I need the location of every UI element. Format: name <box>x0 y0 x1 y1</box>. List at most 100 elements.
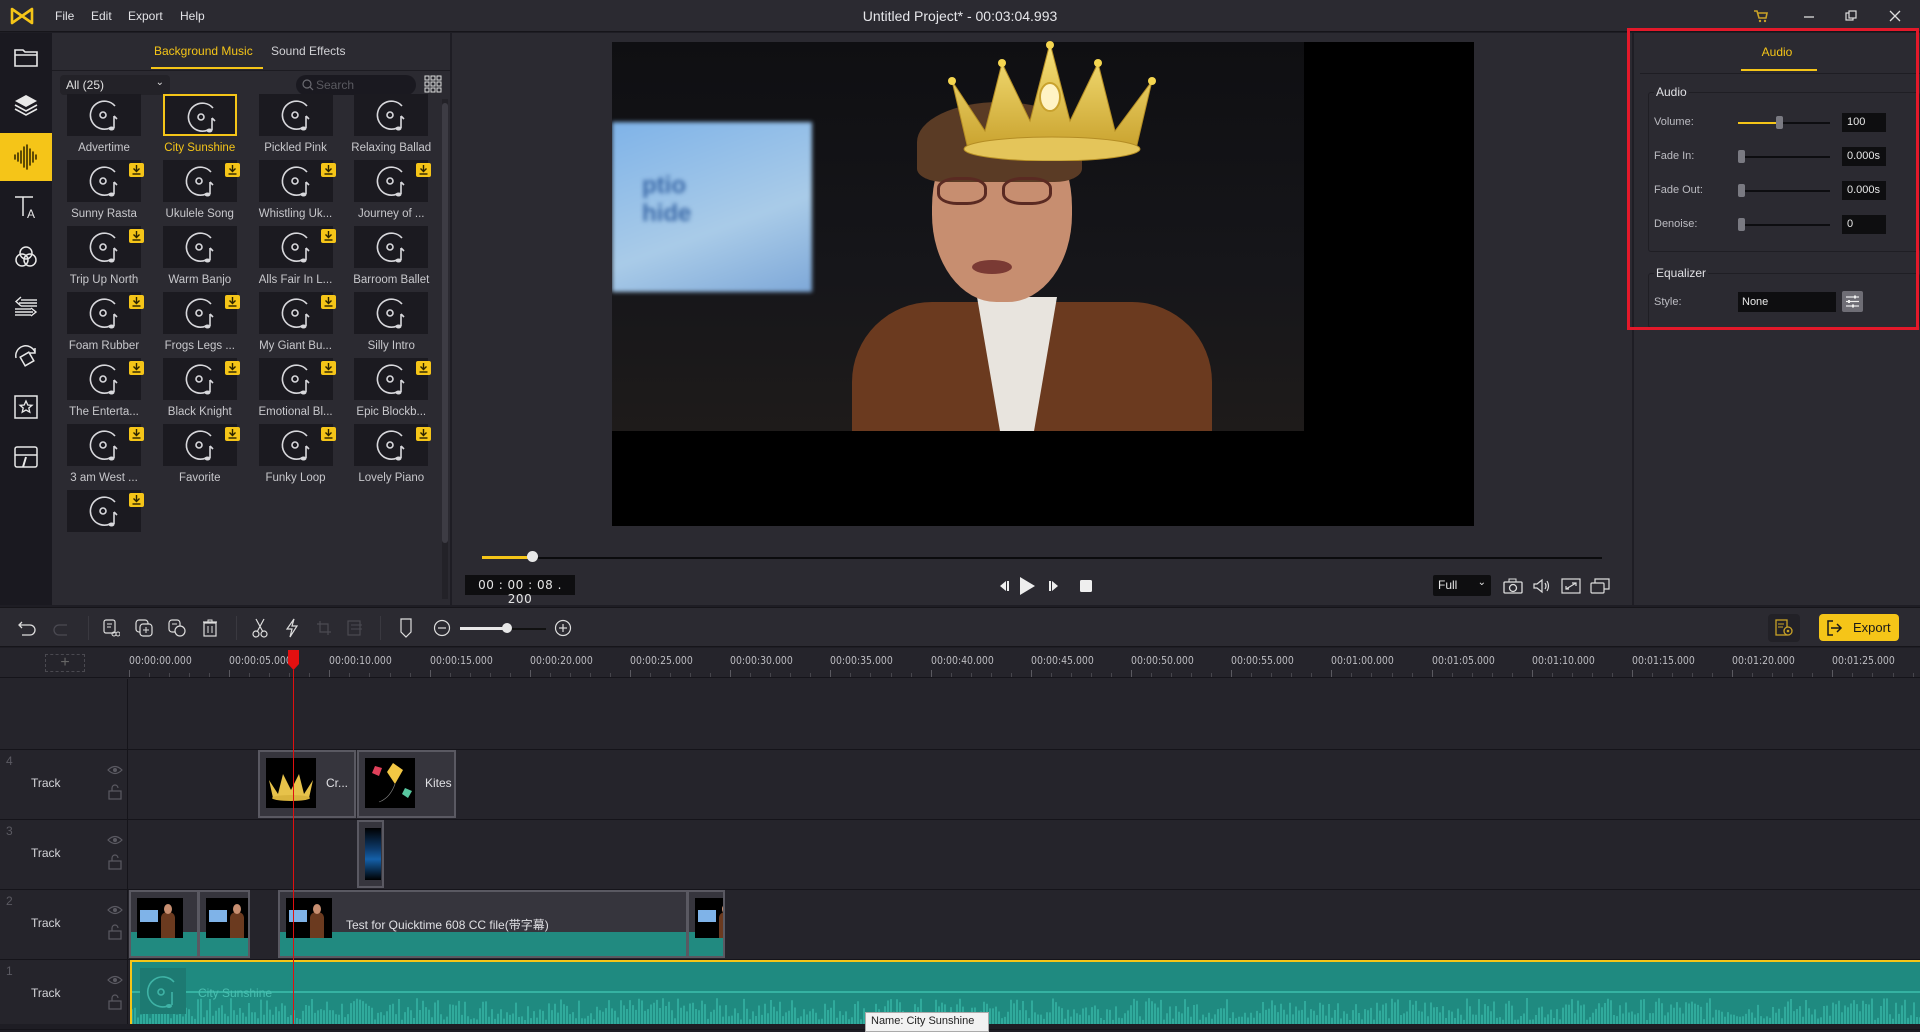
search-input[interactable] <box>316 77 412 93</box>
undo-button[interactable] <box>16 617 38 639</box>
eq-settings-button[interactable] <box>1842 291 1863 312</box>
minimize-icon[interactable] <box>1798 6 1820 26</box>
menu-export[interactable]: Export <box>128 9 163 23</box>
zoom-slider-handle[interactable] <box>502 623 513 633</box>
split-button[interactable] <box>249 617 271 639</box>
volume-slider-handle[interactable] <box>1776 116 1784 129</box>
video-clip[interactable] <box>129 890 199 958</box>
particles-clip[interactable] <box>357 820 384 888</box>
speed-button[interactable] <box>281 617 303 639</box>
crown-sticker[interactable] <box>940 41 1164 161</box>
render-settings-button[interactable] <box>1768 614 1800 642</box>
eye-icon[interactable] <box>107 974 123 986</box>
crown-clip[interactable]: Cr... <box>258 750 356 818</box>
search-box[interactable] <box>296 75 416 95</box>
download-badge[interactable] <box>224 361 240 375</box>
download-badge[interactable] <box>320 361 336 375</box>
rail-stickers[interactable] <box>0 383 52 431</box>
eye-icon[interactable] <box>107 834 123 846</box>
fade-in-slider-handle[interactable] <box>1738 150 1745 163</box>
download-badge[interactable] <box>320 229 336 243</box>
denoise-input[interactable]: 0 <box>1842 215 1886 234</box>
kites-clip[interactable]: Kites <box>357 750 456 818</box>
fade-in-slider[interactable] <box>1738 156 1830 158</box>
download-badge[interactable] <box>320 295 336 309</box>
eq-style-select[interactable]: None <box>1738 292 1836 312</box>
lock-icon[interactable] <box>108 854 122 870</box>
download-badge[interactable] <box>320 427 336 441</box>
zoom-out-button[interactable] <box>431 617 453 639</box>
rail-filters[interactable] <box>0 233 52 281</box>
download-badge[interactable] <box>416 361 432 375</box>
download-badge[interactable] <box>416 427 432 441</box>
rail-audio[interactable] <box>0 133 52 181</box>
fullscreen-button[interactable] <box>1560 575 1582 597</box>
crop-button[interactable] <box>313 617 335 639</box>
volume-input[interactable]: 100 <box>1842 113 1886 132</box>
lock-icon[interactable] <box>108 924 122 940</box>
empty-drop-area[interactable] <box>0 679 1920 750</box>
redo-button[interactable] <box>51 617 73 639</box>
fade-out-slider-handle[interactable] <box>1738 184 1745 197</box>
marker-button[interactable] <box>395 617 417 639</box>
rail-transitions[interactable] <box>0 283 52 331</box>
download-badge[interactable] <box>224 163 240 177</box>
lock-icon[interactable] <box>108 994 122 1010</box>
menu-help[interactable]: Help <box>180 9 205 23</box>
rail-templates[interactable] <box>0 433 52 481</box>
seek-handle[interactable] <box>527 551 539 562</box>
rail-motions[interactable] <box>0 333 52 381</box>
next-frame-button[interactable] <box>1044 575 1066 597</box>
denoise-slider[interactable] <box>1738 224 1830 226</box>
rail-layers[interactable] <box>0 81 52 129</box>
close-icon[interactable] <box>1884 6 1906 26</box>
rail-media[interactable] <box>0 33 52 81</box>
add-track-button[interactable]: + <box>45 654 85 672</box>
category-filter-dropdown[interactable]: All (25) ⌄ <box>60 75 170 95</box>
add-overlay-button[interactable] <box>133 617 155 639</box>
download-badge[interactable] <box>129 493 144 507</box>
rail-text[interactable]: A <box>0 183 52 231</box>
tab-sound-effects[interactable]: Sound Effects <box>271 44 346 58</box>
download-badge[interactable] <box>224 295 240 309</box>
download-badge[interactable] <box>129 427 144 441</box>
play-button[interactable] <box>1016 575 1038 597</box>
prev-frame-button[interactable] <box>992 575 1014 597</box>
video-clip[interactable] <box>687 890 725 958</box>
scrollbar-thumb[interactable] <box>442 103 448 543</box>
export-button[interactable]: Export <box>1819 614 1899 641</box>
download-badge[interactable] <box>129 361 144 375</box>
preview-quality-dropdown[interactable]: Full ⌄ <box>1433 575 1491 596</box>
download-badge[interactable] <box>129 229 144 243</box>
grid-view-icon[interactable] <box>424 75 442 93</box>
menu-edit[interactable]: Edit <box>91 9 112 23</box>
fade-out-input[interactable]: 0.000s <box>1842 181 1886 200</box>
playhead-handle[interactable] <box>288 650 299 670</box>
download-badge[interactable] <box>224 427 240 441</box>
denoise-slider-handle[interactable] <box>1738 218 1745 231</box>
download-badge[interactable] <box>320 163 336 177</box>
cart-icon[interactable] <box>1750 6 1772 26</box>
tab-audio-properties[interactable]: Audio <box>1634 45 1920 59</box>
download-badge[interactable] <box>129 295 144 309</box>
menu-file[interactable]: File <box>55 9 74 23</box>
volume-button[interactable] <box>1531 575 1553 597</box>
eye-icon[interactable] <box>107 764 123 776</box>
restore-icon[interactable] <box>1840 6 1862 26</box>
video-clip[interactable] <box>198 890 250 958</box>
detach-audio-button[interactable] <box>100 617 122 639</box>
eye-icon[interactable] <box>107 904 123 916</box>
fade-out-slider[interactable] <box>1738 190 1830 192</box>
download-badge[interactable] <box>129 163 144 177</box>
download-badge[interactable] <box>416 163 432 177</box>
zoom-in-button[interactable] <box>552 617 574 639</box>
mosaic-button[interactable] <box>344 617 366 639</box>
tab-background-music[interactable]: Background Music <box>154 44 253 58</box>
fade-in-input[interactable]: 0.000s <box>1842 147 1886 166</box>
lock-icon[interactable] <box>108 784 122 800</box>
delete-button[interactable] <box>199 617 221 639</box>
detach-preview-button[interactable] <box>1589 575 1611 597</box>
audio-clip-city-sunshine[interactable]: City Sunshine <box>130 960 1920 1024</box>
stop-button[interactable] <box>1075 575 1097 597</box>
snapshot-button[interactable] <box>1502 575 1524 597</box>
